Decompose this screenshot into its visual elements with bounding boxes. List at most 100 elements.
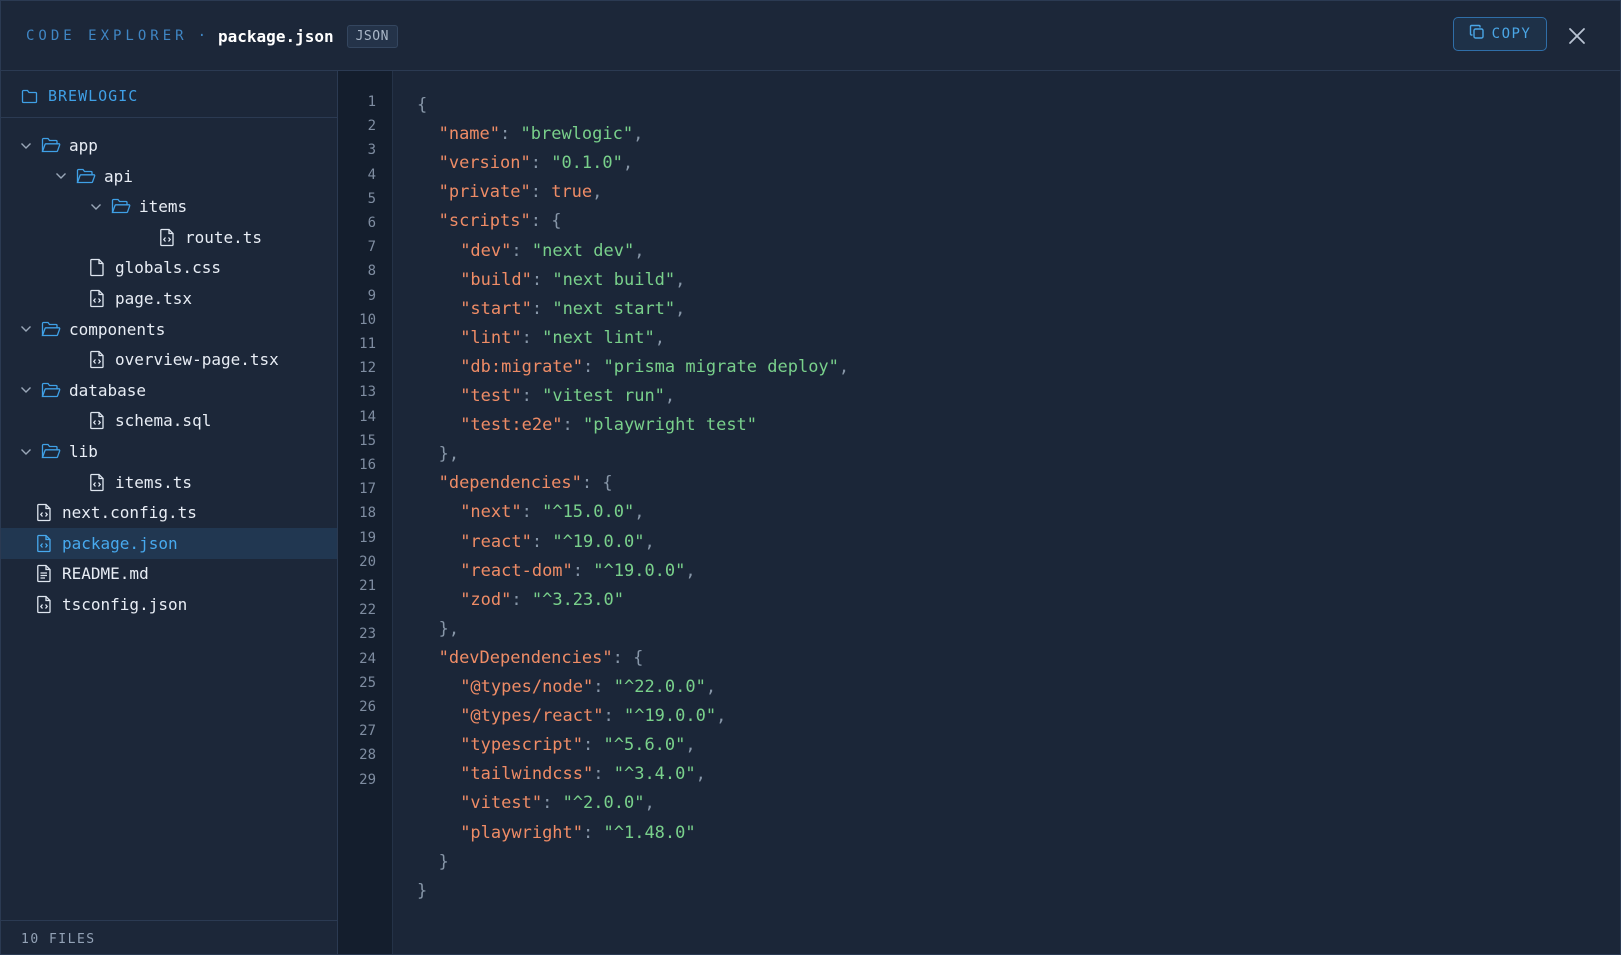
tree-folder-components[interactable]: components xyxy=(1,314,337,345)
code-token: : xyxy=(542,793,563,814)
code-token: , xyxy=(675,298,686,319)
project-root[interactable]: BREWLOGIC xyxy=(21,83,138,109)
line-number: 8 xyxy=(367,263,376,280)
tree-folder-app[interactable]: app xyxy=(1,130,337,161)
close-button[interactable] xyxy=(1564,23,1590,49)
code-line: "dependencies": { xyxy=(417,471,613,495)
copy-label: COPY xyxy=(1491,26,1532,42)
line-number: 19 xyxy=(359,529,376,546)
tree-file-package-json[interactable]: package.json xyxy=(1,527,337,559)
code-file-icon xyxy=(157,227,177,247)
code-token: "0.1.0" xyxy=(551,153,623,174)
code-token: "next start" xyxy=(552,298,676,319)
sidebar-footer: 10 FILES xyxy=(1,920,337,954)
code-line: } xyxy=(417,879,427,903)
tree-folder-lib[interactable]: lib xyxy=(1,436,337,467)
line-number: 1 xyxy=(367,94,376,110)
line-number: 23 xyxy=(359,626,376,643)
tree-item-label: route.ts xyxy=(185,227,263,247)
tree-folder-api[interactable]: api xyxy=(1,161,337,192)
chevron-down-icon[interactable] xyxy=(19,139,33,153)
chevron-down-icon[interactable] xyxy=(19,383,33,397)
line-number: 15 xyxy=(359,432,376,449)
code-token: : xyxy=(521,327,543,348)
code-token: : xyxy=(521,502,543,523)
code-token: "playwright" xyxy=(460,822,584,843)
code-line: "build": "next build", xyxy=(417,268,685,292)
chevron-down-icon[interactable] xyxy=(89,200,103,214)
tree-file-tsconfig-json[interactable]: tsconfig.json xyxy=(1,589,337,620)
folder-open-icon xyxy=(41,136,61,156)
copy-icon xyxy=(1469,24,1485,44)
code-token: "test" xyxy=(460,386,522,406)
line-number: 2 xyxy=(367,118,376,135)
tree-file-page-tsx[interactable]: page.tsx xyxy=(1,283,337,314)
folder-open-icon xyxy=(41,442,61,462)
code-token: : xyxy=(572,560,594,581)
code-token: , xyxy=(705,677,717,697)
line-number: 14 xyxy=(359,408,376,425)
code-line: "dev": "next dev", xyxy=(417,239,644,263)
line-number: 3 xyxy=(367,142,376,159)
line-number: 21 xyxy=(359,578,376,594)
line-number: 6 xyxy=(367,215,376,231)
code-line: "tailwindcss": "^3.4.0", xyxy=(417,762,706,786)
tree-item-label: README.md xyxy=(62,564,149,584)
tree-item-label: components xyxy=(69,319,166,339)
code-token: "^15.0.0" xyxy=(542,502,635,523)
tree-file-schema-sql[interactable]: schema.sql xyxy=(1,405,337,436)
code-token: , xyxy=(634,240,645,261)
close-icon xyxy=(1569,28,1585,44)
code-token: : { xyxy=(612,647,644,668)
code-line: "start": "next start", xyxy=(417,297,685,321)
chevron-down-icon[interactable] xyxy=(54,169,68,183)
code-line: "@types/node": "^22.0.0", xyxy=(417,675,716,699)
code-line: "db:migrate": "prisma migrate deploy", xyxy=(417,355,849,379)
code-token: "^3.4.0" xyxy=(613,764,696,785)
file-count: 10 FILES xyxy=(21,932,96,947)
code-token: : xyxy=(531,269,553,290)
code-token: , xyxy=(634,502,645,523)
breadcrumb-separator: · xyxy=(197,28,207,44)
tree-file-next-config-ts[interactable]: next.config.ts xyxy=(1,497,337,528)
code-token: "build" xyxy=(460,269,532,290)
sidebar-divider xyxy=(1,117,337,118)
code-line: "test": "vitest run", xyxy=(417,384,675,408)
chevron-down-icon[interactable] xyxy=(19,322,33,336)
tree-file-items-ts[interactable]: items.ts xyxy=(1,467,337,498)
line-number: 13 xyxy=(359,384,376,401)
tree-file-route-ts[interactable]: route.ts xyxy=(1,222,337,253)
tree-item-label: api xyxy=(104,166,133,186)
code-token: "next lint" xyxy=(542,327,655,348)
copy-button[interactable]: COPY xyxy=(1453,17,1547,51)
line-number: 29 xyxy=(359,771,376,788)
code-token: "devDependencies" xyxy=(438,647,613,668)
code-line: { xyxy=(417,93,427,117)
line-number: 28 xyxy=(359,747,376,764)
code-token: "typescript" xyxy=(460,735,584,756)
line-number: 10 xyxy=(359,311,376,328)
code-token: : xyxy=(583,735,604,756)
code-token: : xyxy=(583,356,604,377)
code-token: : xyxy=(500,124,521,145)
code-token: "playwright test" xyxy=(583,415,758,436)
tree-file-overview-page-tsx[interactable]: overview-page.tsx xyxy=(1,344,337,375)
code-token: "brewlogic" xyxy=(520,124,634,145)
code-token: "start" xyxy=(460,298,532,319)
file-icon xyxy=(87,258,107,278)
code-token: { xyxy=(417,95,428,115)
tree-folder-items[interactable]: items xyxy=(1,191,337,222)
code-token: , xyxy=(664,386,676,406)
tree-file-readme-md[interactable]: README.md xyxy=(1,558,337,589)
code-explorer-window: CODE EXPLORER · package.json JSON COPY B… xyxy=(0,0,1621,955)
tree-file-globals-css[interactable]: globals.css xyxy=(1,252,337,283)
code-token: "^19.0.0" xyxy=(593,560,686,581)
code-token: "name" xyxy=(438,124,501,145)
code-token: "vitest run" xyxy=(542,386,665,406)
code-token: : xyxy=(583,822,604,843)
tree-folder-database[interactable]: database xyxy=(1,375,337,406)
code-file-icon xyxy=(34,595,54,615)
chevron-down-icon[interactable] xyxy=(19,445,33,459)
file-explorer-sidebar: BREWLOGIC app api items route.ts globals.css… xyxy=(1,71,338,954)
code-token: : xyxy=(511,589,532,610)
